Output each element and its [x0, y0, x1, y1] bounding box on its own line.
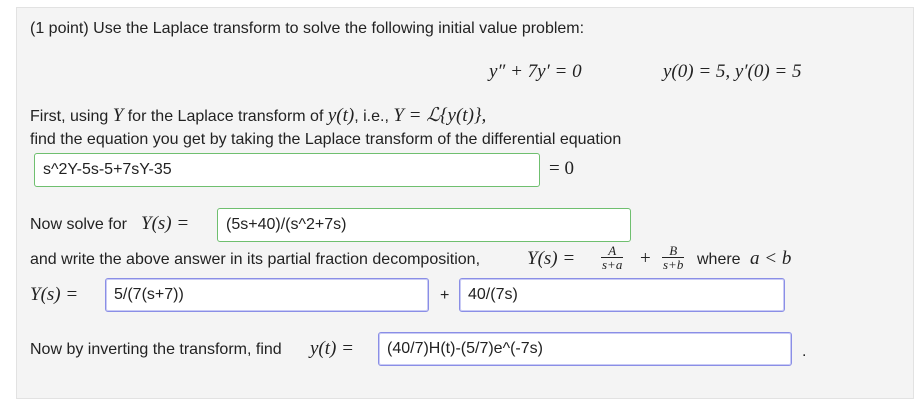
step1-yt: y(t)	[327, 105, 355, 126]
a-less-b-condition: a < b	[750, 248, 792, 269]
fraction-A-denominator: s+a	[602, 257, 623, 272]
partial-fraction-B-field[interactable]: 40/(7s)	[459, 278, 785, 312]
yt-solution-field[interactable]: (40/7)H(t)-(5/7)e^(-7s)	[378, 332, 792, 366]
step4-prefix: Now by inverting the transform, find	[30, 341, 282, 358]
step1-definition: Y = ℒ{y(t)},	[393, 105, 487, 126]
fraction-plus: +	[640, 248, 651, 269]
partial-fraction-plus: +	[440, 287, 450, 304]
step3-Ys-eq: Y(s) =	[527, 248, 576, 269]
step4-period: .	[802, 343, 807, 360]
step1-Y: Y	[112, 105, 124, 126]
fraction-A-numerator: A	[601, 244, 624, 258]
fraction-B-numerator: B	[662, 244, 685, 258]
equals-zero-label: = 0	[549, 158, 574, 179]
step1-mid: for the Laplace transform of	[127, 108, 324, 125]
partial-fraction-A-field[interactable]: 5/(7(s+7))	[105, 278, 429, 312]
fraction-A: As+a	[601, 244, 624, 272]
step1-prefix: First, using	[30, 108, 109, 125]
step1-ie: , i.e.,	[354, 108, 389, 125]
Ys-solution-field[interactable]: (5s+40)/(s^2+7s)	[217, 208, 631, 242]
problem-intro: (1 point) Use the Laplace transform to s…	[30, 20, 585, 37]
where-label: where	[697, 251, 741, 268]
fraction-B-denominator: s+b	[663, 257, 684, 272]
fraction-B: Bs+b	[662, 244, 685, 272]
partial-fraction-lhs: Y(s) =	[30, 284, 79, 305]
step2-Ys-label: Y(s) =	[141, 213, 190, 234]
initial-conditions: y(0) = 5, y′(0) = 5	[663, 61, 802, 82]
step1-line2: find the equation you get by taking the …	[30, 131, 622, 148]
step4-yt-label: y(t) =	[310, 338, 354, 359]
transformed-equation-field[interactable]: s^2Y-5s-5+7sY-35	[34, 153, 540, 187]
step2-prefix: Now solve for	[30, 216, 127, 233]
step3-text: and write the above answer in its partia…	[30, 251, 481, 268]
step1-line1: First, using Y for the Laplace transform…	[30, 106, 486, 127]
ode-equation: y″ + 7y′ = 0	[489, 61, 582, 82]
